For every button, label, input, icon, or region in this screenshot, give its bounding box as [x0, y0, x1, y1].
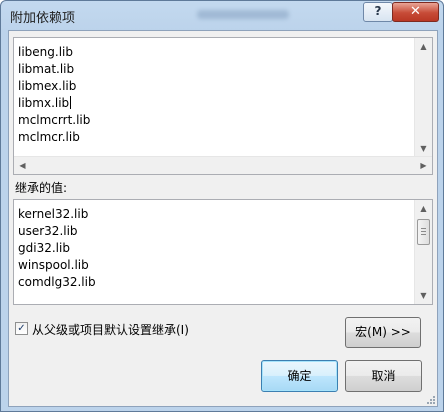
dialog-client-area: libeng.lib libmat.lib libmex.lib libmx.l… [8, 30, 438, 407]
dependencies-vertical-scrollbar[interactable]: ▲ ▼ [414, 38, 432, 157]
scroll-thumb[interactable] [417, 219, 430, 245]
inherit-checkbox-label[interactable]: 从父级或项目默认设置继承(I) [32, 321, 189, 338]
inherited-item: winspool.lib [18, 258, 89, 272]
inherited-vertical-scrollbar[interactable]: ▲ ▼ [414, 200, 432, 304]
dependency-item[interactable]: libeng.lib [18, 44, 90, 61]
dependencies-editor[interactable]: libeng.lib libmat.lib libmex.lib libmx.l… [13, 37, 433, 175]
scroll-down-icon[interactable]: ▼ [415, 140, 432, 157]
dependency-item[interactable]: libmx.lib [18, 95, 90, 112]
resize-grip[interactable] [425, 394, 435, 404]
inherited-values-label: 继承的值: [15, 181, 68, 195]
close-icon: ✕ [410, 4, 421, 19]
dependencies-list: libeng.lib libmat.lib libmex.lib libmx.l… [18, 44, 90, 146]
scroll-left-icon[interactable]: ◀ [14, 157, 31, 174]
thumb-grip [421, 231, 426, 232]
cancel-button[interactable]: 取消 [345, 360, 422, 392]
dependency-item[interactable]: mclmcr.lib [18, 129, 90, 146]
inherited-list: kernel32.lib user32.lib gdi32.lib winspo… [18, 206, 96, 291]
scroll-right-icon[interactable]: ▶ [415, 157, 432, 174]
inherited-item: comdlg32.lib [18, 275, 96, 289]
ok-button[interactable]: 确定 [261, 360, 338, 392]
macros-button[interactable]: 宏(M) >> [345, 317, 421, 348]
scroll-up-icon[interactable]: ▲ [415, 38, 432, 55]
dependencies-horizontal-scrollbar[interactable]: ◀ ▶ [14, 156, 432, 174]
inherit-checkbox[interactable]: ✓ [15, 322, 28, 335]
inherited-item: kernel32.lib [18, 207, 89, 221]
inherited-item: user32.lib [18, 224, 78, 238]
dependency-item[interactable]: libmat.lib [18, 61, 90, 78]
scroll-up-icon[interactable]: ▲ [415, 200, 432, 217]
dependency-item[interactable]: libmex.lib [18, 78, 90, 95]
close-button[interactable]: ✕ [392, 2, 439, 22]
scroll-down-icon[interactable]: ▼ [415, 287, 432, 304]
thumb-grip [421, 228, 426, 229]
blurred-project-title [197, 10, 289, 19]
window-title: 附加依赖项 [10, 11, 76, 26]
help-button[interactable]: ? [363, 2, 393, 22]
inherited-values-list: kernel32.lib user32.lib gdi32.lib winspo… [13, 199, 433, 305]
checkmark-icon: ✓ [17, 323, 26, 334]
inherited-item: gdi32.lib [18, 241, 70, 255]
dialog-window: 附加依赖项 ? ✕ libeng.lib libmat.lib libmex.l… [0, 0, 444, 412]
thumb-grip [421, 234, 426, 235]
dependency-item[interactable]: mclmcrrt.lib [18, 112, 90, 129]
text-caret [70, 96, 72, 109]
title-bar[interactable]: 附加依赖项 ? ✕ [1, 1, 443, 29]
